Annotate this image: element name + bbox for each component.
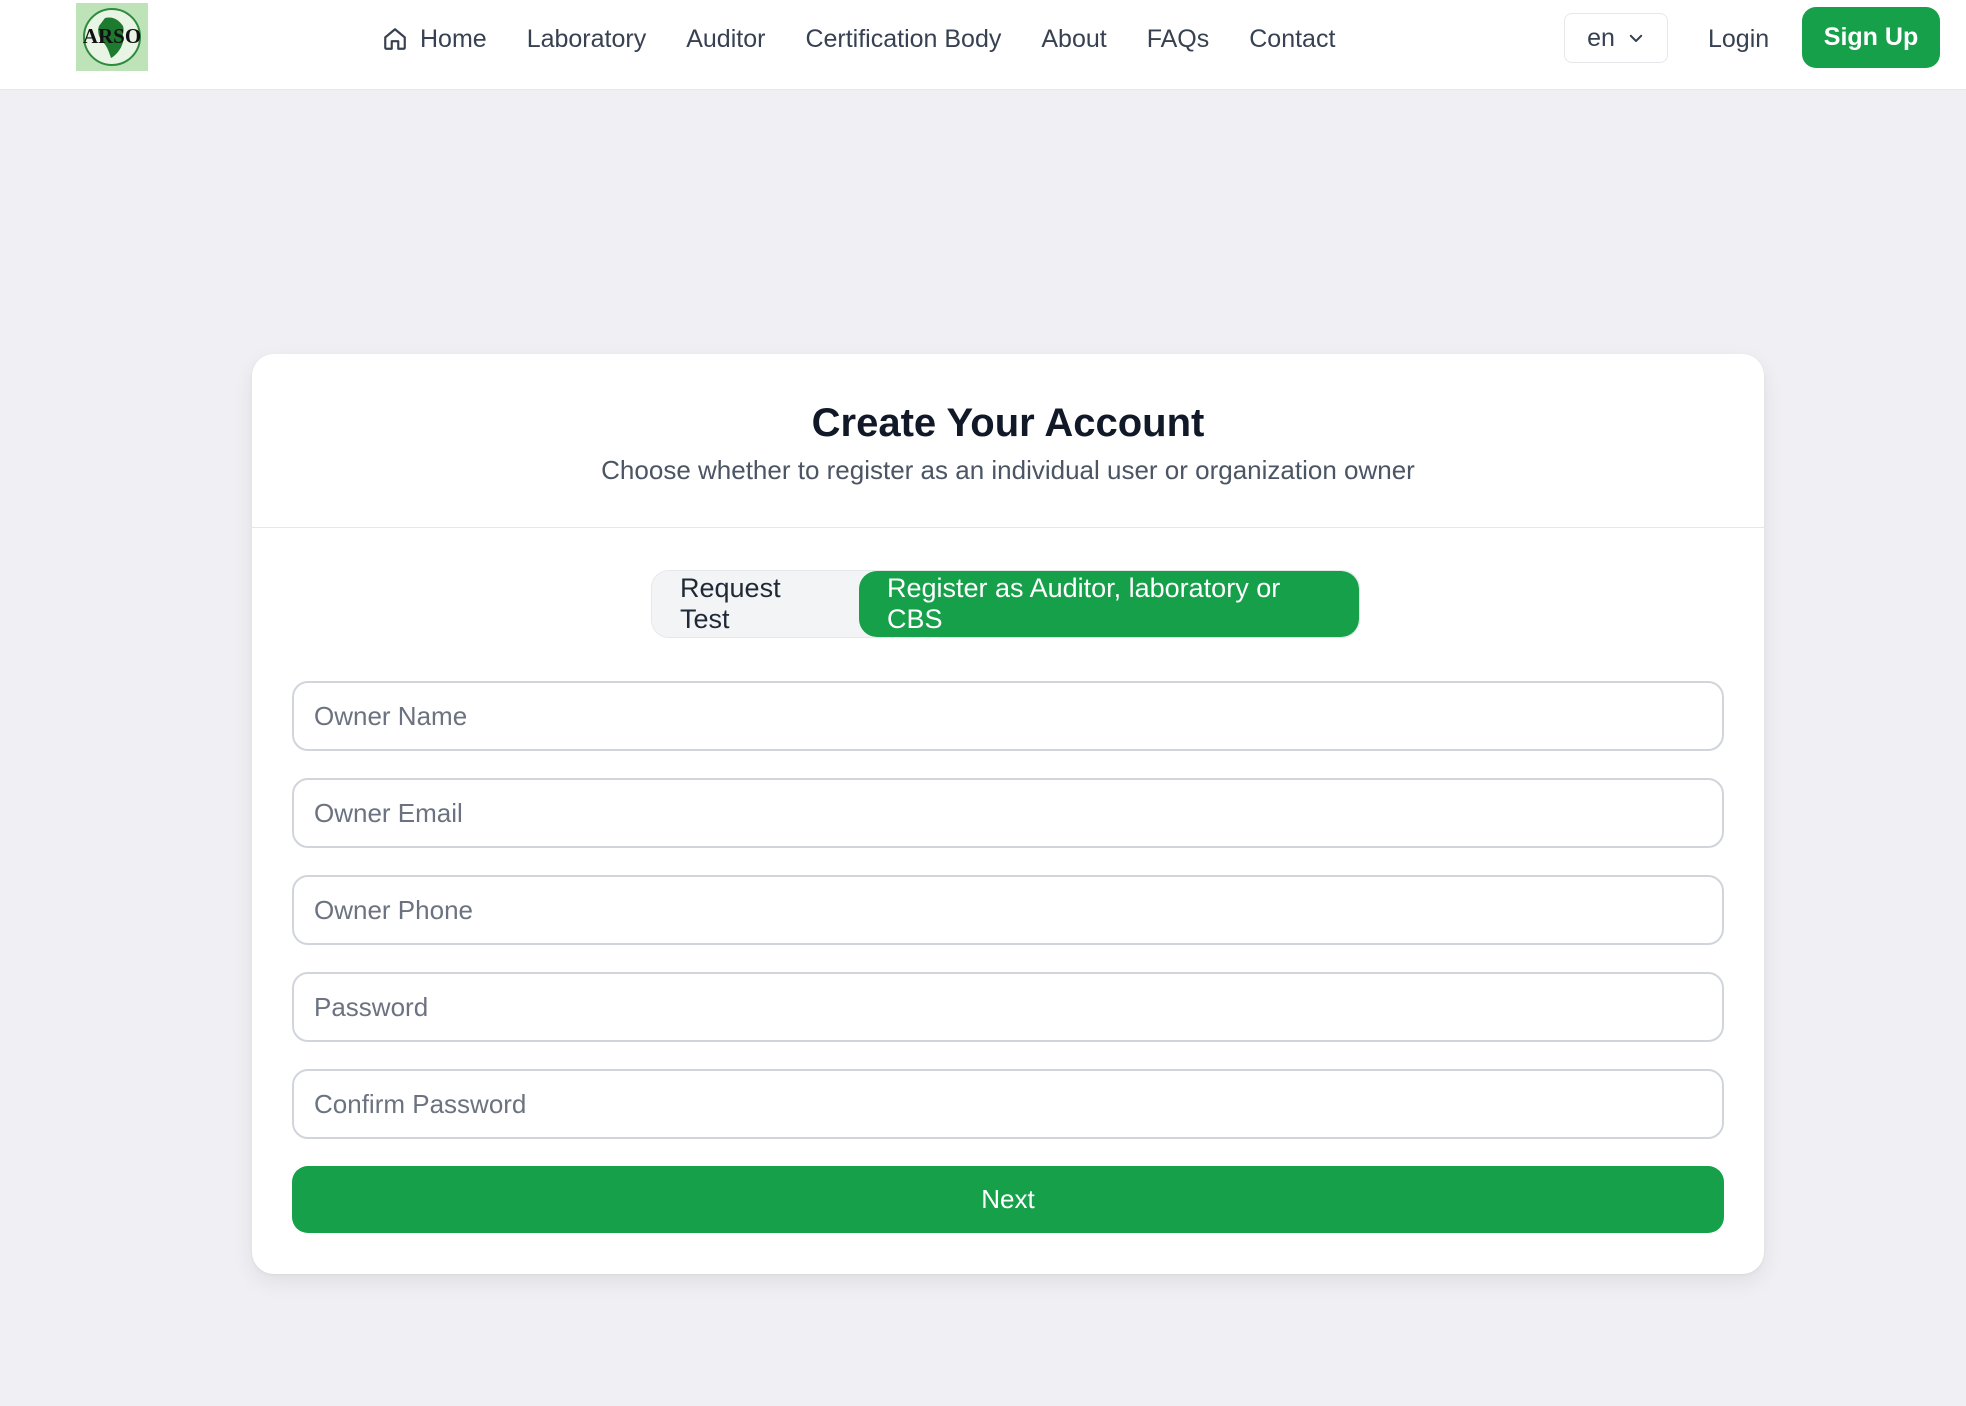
nav-faqs[interactable]: FAQs xyxy=(1147,25,1210,54)
signup-button[interactable]: Sign Up xyxy=(1802,7,1940,68)
login-link[interactable]: Login xyxy=(1708,18,1769,60)
next-button[interactable]: Next xyxy=(292,1166,1724,1233)
nav-about[interactable]: About xyxy=(1041,25,1106,54)
nav-home[interactable]: Home xyxy=(382,25,487,54)
registration-type-toggle: Request Test Register as Auditor, labora… xyxy=(651,570,1360,638)
nav-auditor[interactable]: Auditor xyxy=(686,25,765,54)
page-subtitle: Choose whether to register as an individ… xyxy=(601,455,1415,485)
nav-home-label: Home xyxy=(420,24,487,53)
confirm-password-input[interactable] xyxy=(292,1069,1724,1139)
page-title: Create Your Account xyxy=(811,401,1205,445)
owner-name-input[interactable] xyxy=(292,681,1724,751)
nav-laboratory[interactable]: Laboratory xyxy=(527,25,647,54)
chevron-down-icon xyxy=(1627,29,1645,47)
language-value: en xyxy=(1587,23,1615,52)
tab-request-test[interactable]: Request Test xyxy=(652,571,859,637)
nav-contact[interactable]: Contact xyxy=(1249,25,1335,54)
tab-register-auditor-lab-cbs[interactable]: Register as Auditor, laboratory or CBS xyxy=(859,571,1359,637)
owner-phone-input[interactable] xyxy=(292,875,1724,945)
create-account-card: Create Your Account Choose whether to re… xyxy=(252,354,1764,1274)
password-input[interactable] xyxy=(292,972,1724,1042)
language-selector[interactable]: en xyxy=(1564,13,1668,63)
arso-logo[interactable]: ARSO xyxy=(76,3,148,71)
card-header: Create Your Account Choose whether to re… xyxy=(252,354,1764,528)
owner-email-input[interactable] xyxy=(292,778,1724,848)
svg-text:ARSO: ARSO xyxy=(83,24,141,48)
main-nav: Home Laboratory Auditor Certification Bo… xyxy=(382,0,1375,78)
home-icon xyxy=(382,26,408,52)
arso-logo-emblem: ARSO xyxy=(83,8,141,66)
top-navbar: ARSO Home Laboratory Auditor Certificati… xyxy=(0,0,1966,90)
nav-certification-body[interactable]: Certification Body xyxy=(805,25,1001,54)
